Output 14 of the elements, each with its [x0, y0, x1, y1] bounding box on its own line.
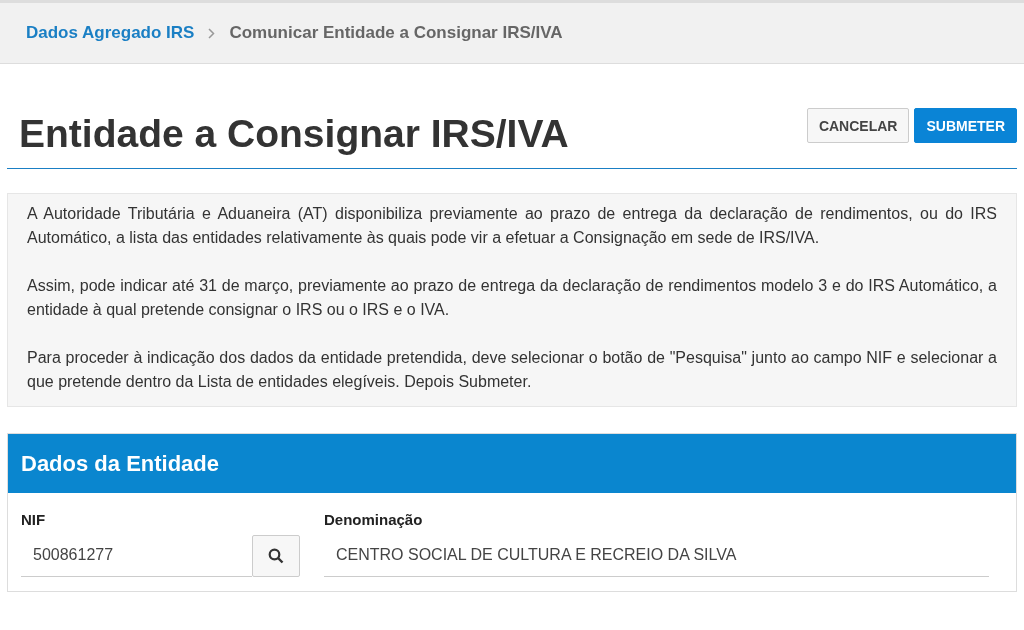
page-title: Entidade a Consignar IRS/IVA: [19, 112, 569, 156]
search-button[interactable]: [252, 534, 300, 577]
field-label: Denominação: [324, 511, 424, 528]
chevron-icon: [208, 27, 216, 39]
info-paragraph: A Autoridade Tributária e Aduaneira (AT) disponibiliza previamente ao prazo de entrega da declaração de rendimentos, ou do IRS Automático, a lista das entidades relativamente às quais pode vir a efetuar a Consignação em sede de IRS/IVA.: [27, 204, 997, 248]
breadcrumb-link[interactable]: Dados Agregado IRS: [26, 23, 195, 43]
search-icon: [268, 547, 284, 564]
submit-button[interactable]: SUBMETER: [914, 108, 1017, 143]
panel-title: Dados da Entidade: [8, 434, 1016, 493]
cancel-button[interactable]: CANCELAR: [806, 108, 910, 143]
info-paragraph: Para proceder à indicação dos dados da entidade pretendida, deve selecionar o botão de "Pesquisa" junto ao campo NIF e selecionar a que pretende dentro da Lista de entidades elegíveis. Depois Submeter.: [27, 348, 997, 392]
field-label: NIF: [21, 511, 47, 528]
info-paragraph: Assim, pode indicar até 31 de março, previamente ao prazo de entrega da declaração de rendimentos modelo 3 e do IRS Automático, a entidade à qual pretende consignar o IRS ou o IRS e o IVA.: [27, 276, 997, 320]
breadcrumb-current: Comunicar Entidade a Consignar IRS/IVA: [229, 23, 563, 43]
